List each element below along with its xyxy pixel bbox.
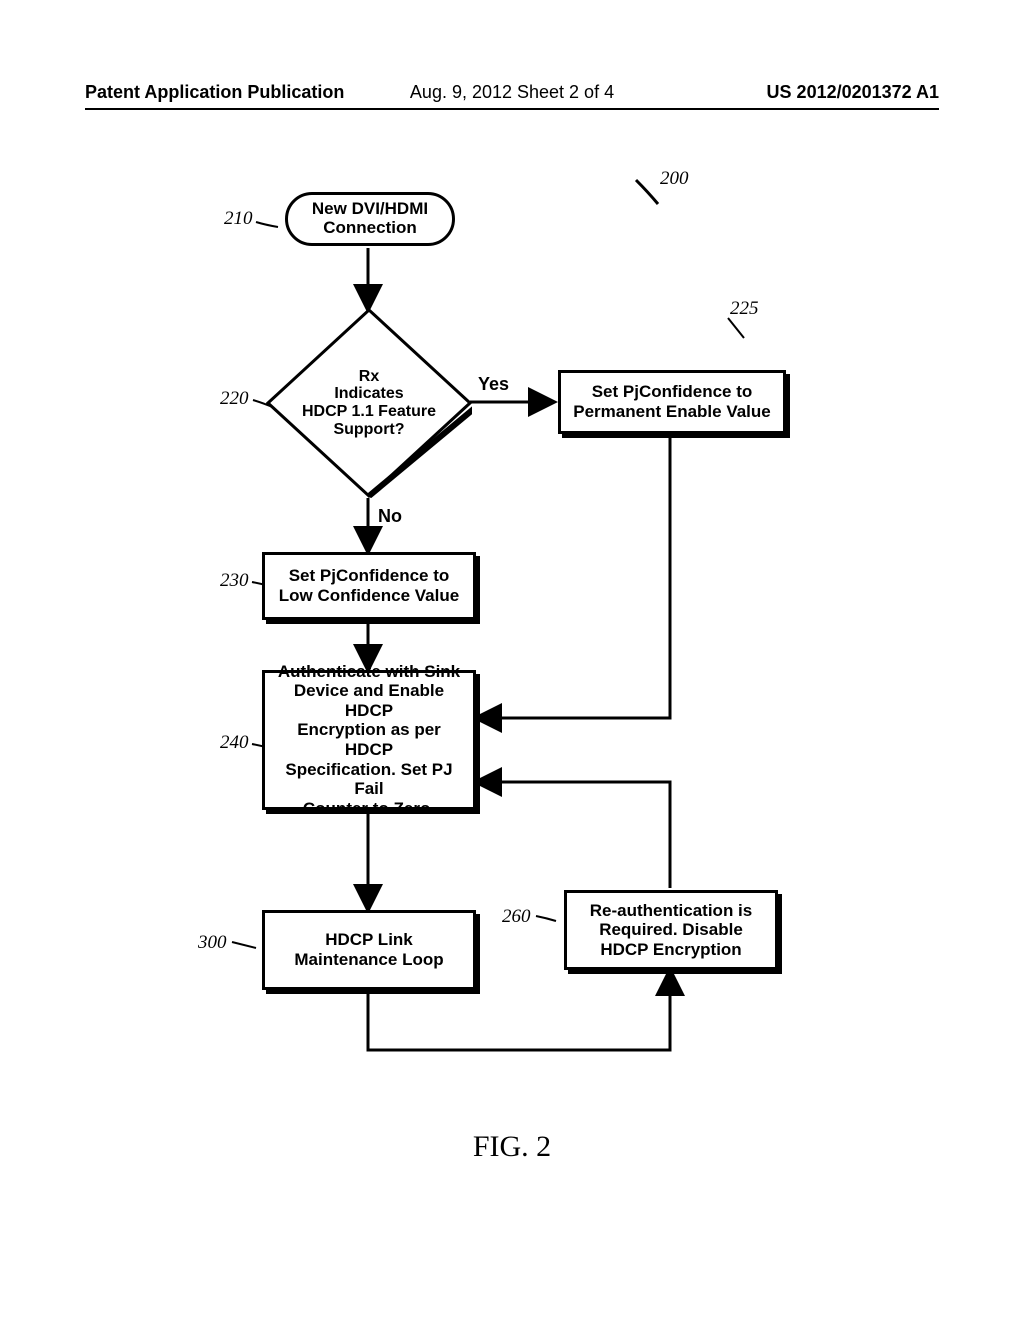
box-225: Set PjConfidence to Permanent Enable Val… [558, 370, 786, 434]
box-230-text: Set PjConfidence to Low Confidence Value [279, 566, 459, 605]
ref-230: 230 [220, 570, 249, 592]
ref-225: 225 [730, 298, 759, 320]
box-300-text: HDCP Link Maintenance Loop [294, 930, 443, 969]
decision-text: Rx Indicates HDCP 1.1 Feature Support? [302, 368, 436, 438]
box-225-text: Set PjConfidence to Permanent Enable Val… [573, 382, 770, 421]
box-240: Authenticate with Sink Device and Enable… [262, 670, 476, 810]
header-mid: Aug. 9, 2012 Sheet 2 of 4 [370, 82, 655, 103]
page-header: Patent Application Publication Aug. 9, 2… [0, 82, 1024, 103]
ref-200: 200 [660, 168, 689, 190]
ref-260: 260 [502, 906, 531, 928]
start-text: New DVI/HDMI Connection [312, 200, 428, 237]
ref-210: 210 [224, 208, 253, 230]
box-240-text: Authenticate with Sink Device and Enable… [272, 662, 466, 818]
ref-220: 220 [220, 388, 249, 410]
header-divider [85, 108, 939, 110]
connector-layer [0, 150, 1024, 1150]
header-right: US 2012/0201372 A1 [654, 82, 939, 103]
box-260: Re-authentication is Required. Disable H… [564, 890, 778, 970]
decision-node: Rx Indicates HDCP 1.1 Feature Support? [266, 308, 472, 498]
box-300: HDCP Link Maintenance Loop [262, 910, 476, 990]
figure-caption: FIG. 2 [0, 1130, 1024, 1164]
flowchart-canvas: 200 New DVI/HDMI Connection 210 Rx Indic… [0, 150, 1024, 1150]
edge-no: No [378, 506, 402, 527]
edge-yes: Yes [478, 374, 509, 395]
header-left: Patent Application Publication [85, 82, 370, 103]
start-terminator: New DVI/HDMI Connection [285, 192, 455, 246]
ref-300: 300 [198, 932, 227, 954]
box-260-text: Re-authentication is Required. Disable H… [590, 901, 752, 960]
decision-wrap: Rx Indicates HDCP 1.1 Feature Support? [266, 308, 472, 498]
box-230: Set PjConfidence to Low Confidence Value [262, 552, 476, 620]
ref-240: 240 [220, 732, 249, 754]
